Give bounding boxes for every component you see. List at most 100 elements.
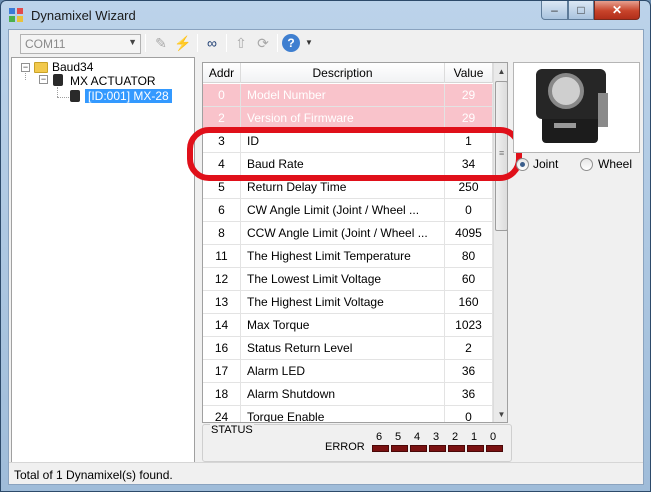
cell-value[interactable]: 29 — [445, 84, 493, 106]
folder-icon — [34, 62, 48, 73]
table-row[interactable]: 14 Max Torque 1023 — [203, 314, 493, 337]
column-header-value[interactable]: Value — [445, 63, 493, 83]
error-bit-label: 4 — [413, 431, 421, 443]
cell-description: Model Number — [241, 84, 445, 106]
toolbar-separator — [277, 34, 278, 52]
cell-description: CW Angle Limit (Joint / Wheel ... — [241, 199, 445, 221]
cell-description: Max Torque — [241, 314, 445, 336]
upload-icon[interactable]: ⇧ — [232, 35, 250, 51]
tree-group-node[interactable]: MX ACTUATOR — [70, 74, 156, 88]
cell-addr: 6 — [203, 199, 241, 221]
client-area: COM11 ▼ ✎ ⚡ ∞ ⇧ ⟳ ? ▼ − Baud34 − MX ACTU… — [8, 29, 644, 485]
cell-addr: 24 — [203, 406, 241, 422]
toolbar-separator — [197, 34, 198, 52]
cell-value[interactable]: 1023 — [445, 314, 493, 336]
tree-line — [57, 87, 58, 97]
close-button[interactable]: ✕ — [594, 1, 640, 20]
table-row[interactable]: 6 CW Angle Limit (Joint / Wheel ... 0 — [203, 199, 493, 222]
maximize-button[interactable]: □ — [568, 1, 594, 20]
cell-value[interactable]: 60 — [445, 268, 493, 290]
cell-addr: 0 — [203, 84, 241, 106]
status-bar: Total of 1 Dynamixel(s) found. — [9, 462, 643, 484]
pencil-icon[interactable]: ✎ — [152, 35, 170, 51]
cell-addr: 16 — [203, 337, 241, 359]
cell-description: The Highest Limit Voltage — [241, 291, 445, 313]
table-row[interactable]: 11 The Highest Limit Temperature 80 — [203, 245, 493, 268]
cell-value[interactable]: 36 — [445, 360, 493, 382]
table-row[interactable]: 13 The Highest Limit Voltage 160 — [203, 291, 493, 314]
highlight-annotation — [187, 127, 522, 181]
port-select[interactable]: COM11 ▼ — [20, 34, 141, 54]
toolbar-separator — [226, 34, 227, 52]
error-led — [429, 445, 446, 452]
scroll-up-icon[interactable]: ▲ — [494, 63, 507, 80]
column-header-description[interactable]: Description — [241, 63, 445, 83]
error-led — [372, 445, 389, 452]
servo-image — [513, 62, 640, 153]
error-bit-label: 5 — [394, 431, 402, 443]
cell-value[interactable]: 29 — [445, 107, 493, 129]
error-bit-label: 3 — [432, 431, 440, 443]
joint-radio-label[interactable]: Joint — [533, 157, 558, 171]
cell-addr: 2 — [203, 107, 241, 129]
table-row[interactable]: 12 The Lowest Limit Voltage 60 — [203, 268, 493, 291]
cell-value[interactable]: 0 — [445, 199, 493, 221]
cell-addr: 11 — [203, 245, 241, 267]
refresh-icon[interactable]: ⟳ — [254, 35, 272, 51]
column-header-addr[interactable]: Addr — [203, 63, 241, 83]
table-row[interactable]: 18 Alarm Shutdown 36 — [203, 383, 493, 406]
tree-root-node[interactable]: Baud34 — [52, 60, 93, 74]
cell-value[interactable]: 4095 — [445, 222, 493, 244]
vertical-scrollbar[interactable]: ▲ ≡ ▼ — [493, 63, 507, 422]
cell-description: The Lowest Limit Voltage — [241, 268, 445, 290]
minimize-button[interactable]: – — [541, 1, 568, 20]
collapse-icon[interactable]: − — [39, 75, 48, 84]
cell-addr: 14 — [203, 314, 241, 336]
cell-value[interactable]: 80 — [445, 245, 493, 267]
cell-description: Alarm Shutdown — [241, 383, 445, 405]
cell-value[interactable]: 0 — [445, 406, 493, 422]
wheel-radio-label[interactable]: Wheel — [598, 157, 632, 171]
cell-description: Version of Firmware — [241, 107, 445, 129]
table-row[interactable]: 24 Torque Enable 0 — [203, 406, 493, 422]
cell-value[interactable]: 160 — [445, 291, 493, 313]
error-bit-label: 6 — [375, 431, 383, 443]
scroll-down-icon[interactable]: ▼ — [494, 406, 507, 422]
status-label: STATUS — [210, 424, 254, 436]
status-bar-text: Total of 1 Dynamixel(s) found. — [14, 468, 173, 482]
table-row[interactable]: 17 Alarm LED 36 — [203, 360, 493, 383]
error-bit-label: 2 — [451, 431, 459, 443]
cell-description: The Highest Limit Temperature — [241, 245, 445, 267]
servo-icon — [70, 90, 80, 102]
chevron-down-icon[interactable]: ▼ — [300, 35, 318, 51]
table-header: Addr Description Value — [203, 63, 493, 83]
title-bar[interactable]: Dynamixel Wizard – □ ✕ — [1, 1, 650, 29]
status-panel: STATUS ERROR 6543210 — [202, 424, 512, 462]
tree-line — [57, 97, 69, 98]
error-led — [391, 445, 408, 452]
plug-icon[interactable]: ⚡ — [174, 35, 192, 51]
cell-addr: 8 — [203, 222, 241, 244]
error-led — [448, 445, 465, 452]
port-select-value: COM11 — [25, 37, 66, 51]
table-row[interactable]: 0 Model Number 29 — [203, 84, 493, 107]
joint-radio[interactable] — [516, 158, 529, 171]
cell-value[interactable]: 2 — [445, 337, 493, 359]
table-row[interactable]: 16 Status Return Level 2 — [203, 337, 493, 360]
cell-description: CCW Angle Limit (Joint / Wheel ... — [241, 222, 445, 244]
error-bit-label: 0 — [489, 431, 497, 443]
error-bit-label: 1 — [470, 431, 478, 443]
servo-label-plate — [554, 123, 576, 128]
cell-addr: 17 — [203, 360, 241, 382]
cell-addr: 18 — [203, 383, 241, 405]
tree-device-node[interactable]: [ID:001] MX-28 — [85, 89, 172, 103]
wheel-radio[interactable] — [580, 158, 593, 171]
cell-value[interactable]: 36 — [445, 383, 493, 405]
table-row[interactable]: 8 CCW Angle Limit (Joint / Wheel ... 4095 — [203, 222, 493, 245]
collapse-icon[interactable]: − — [21, 63, 30, 72]
device-tree: − Baud34 − MX ACTUATOR [ID:001] MX-28 — [11, 57, 195, 463]
help-icon[interactable]: ? — [282, 34, 300, 52]
error-led — [486, 445, 503, 452]
search-icon[interactable]: ∞ — [203, 35, 221, 51]
actuator-icon — [53, 74, 63, 86]
